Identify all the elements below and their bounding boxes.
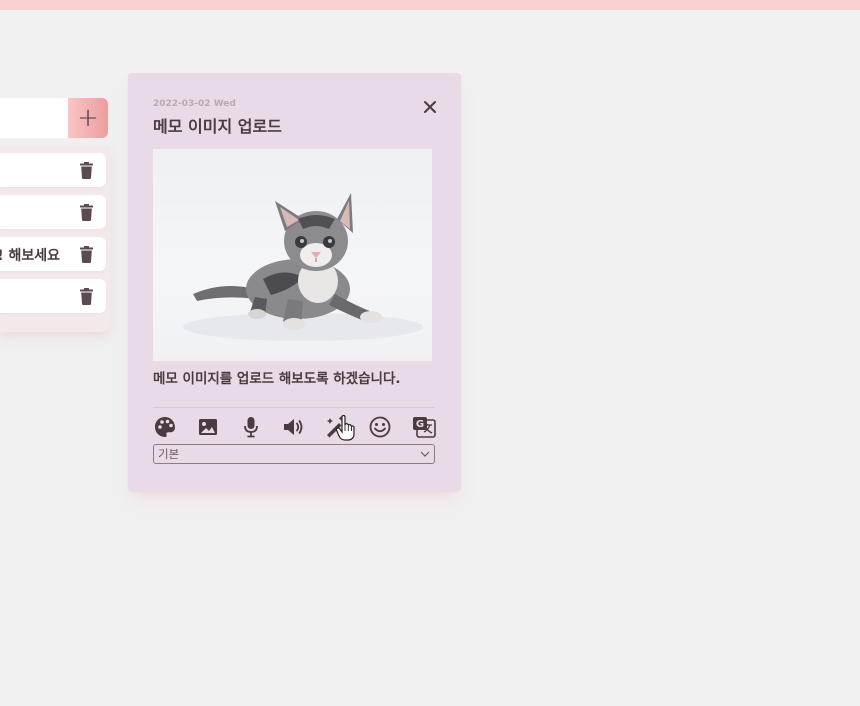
font-select-value: 기본: [158, 447, 180, 461]
memo-body-text: 메모 이미지를 업로드 해보도록 하겠습니다.: [153, 371, 401, 387]
memo-date: 2022-03-02 Wed: [153, 99, 236, 109]
microphone-icon: [244, 417, 258, 438]
memo-list: 해보세요 !: [0, 146, 110, 332]
image-icon: [199, 419, 217, 435]
memo-input[interactable]: [0, 98, 70, 138]
image-button[interactable]: [196, 415, 220, 439]
speaker-icon: [284, 419, 303, 435]
list-item[interactable]: [0, 153, 106, 187]
hand-pointer-cursor: [335, 415, 355, 441]
list-item[interactable]: [0, 195, 106, 229]
translate-icon: G: [413, 417, 436, 438]
list-item-text: 해보세요 !: [0, 248, 60, 264]
kitten-picture: [183, 193, 423, 341]
emoji-button[interactable]: [368, 415, 392, 439]
divider: [153, 407, 435, 408]
font-select[interactable]: 기본: [153, 444, 435, 464]
trash-icon[interactable]: [80, 246, 93, 263]
memo-image: [153, 149, 432, 361]
trash-icon[interactable]: [80, 204, 93, 221]
palette-icon: [155, 417, 175, 437]
list-item[interactable]: 해보세요 !: [0, 237, 106, 271]
add-memo-button[interactable]: +: [68, 98, 108, 138]
list-item[interactable]: [0, 279, 106, 313]
trash-icon[interactable]: [80, 162, 93, 179]
trash-icon[interactable]: [80, 288, 93, 305]
speaker-button[interactable]: [282, 415, 306, 439]
plus-icon: +: [77, 103, 99, 133]
translate-button[interactable]: G: [412, 415, 436, 439]
memo-toolbar: G: [153, 415, 437, 439]
microphone-button[interactable]: [239, 415, 263, 439]
memo-card: 2022-03-02 Wed 메모 이미지 업로드 메모 이미지를 업로드 해보…: [128, 73, 461, 491]
close-icon[interactable]: [422, 99, 438, 115]
chevron-down-icon: [420, 451, 430, 457]
svg-text:G: G: [416, 419, 424, 430]
top-bar: [0, 0, 860, 10]
memo-title: 메모 이미지 업로드: [153, 117, 282, 136]
smiley-icon: [369, 416, 391, 438]
memo-input-row: +: [0, 98, 108, 138]
palette-button[interactable]: [153, 415, 177, 439]
